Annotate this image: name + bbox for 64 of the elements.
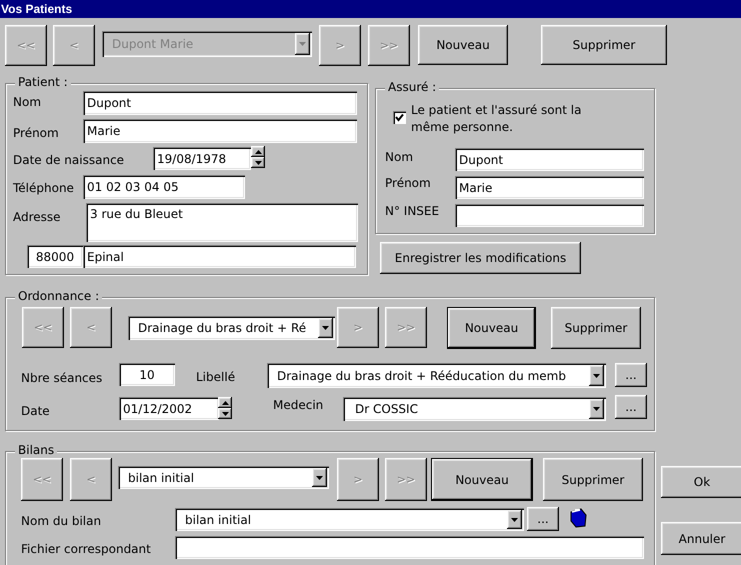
- field-label: N° INSEE: [385, 205, 440, 217]
- field-label: Fichier correspondant: [21, 543, 151, 555]
- text-field[interactable]: 01 02 03 04 05: [83, 175, 245, 199]
- checkbox[interactable]: [393, 111, 406, 124]
- new-button[interactable]: Nouveau: [418, 25, 508, 65]
- caret-up-icon: [254, 150, 262, 154]
- field-label: Prénom: [385, 177, 431, 189]
- window-title: Vos Patients: [1, 3, 72, 15]
- caret-down-icon: [222, 412, 228, 416]
- field-label: Date: [21, 405, 50, 417]
- dropdown-field[interactable]: bilan initial: [175, 508, 524, 531]
- postcode-field[interactable]: 88000: [27, 245, 83, 268]
- date-field[interactable]: 01/12/2002: [119, 397, 219, 420]
- caret-down-icon: [316, 476, 323, 480]
- dropdown-field[interactable]: bilan initial: [118, 466, 329, 489]
- group-legend: Ordonnance :: [15, 290, 102, 302]
- field-label: Nom: [385, 151, 414, 163]
- field-label: Nom du bilan: [21, 515, 102, 527]
- new-button[interactable]: Nouveau: [431, 458, 533, 501]
- browse-button[interactable]: ...: [615, 395, 647, 419]
- caret-down-icon: [511, 518, 518, 522]
- field-label: Nom: [13, 96, 42, 108]
- browse-button[interactable]: ...: [527, 507, 559, 531]
- browse-button[interactable]: ...: [615, 363, 647, 387]
- ok-button[interactable]: Ok: [661, 466, 741, 498]
- field-label: Nbre séances: [21, 372, 102, 384]
- group-legend: Assuré :: [385, 81, 440, 93]
- dropdown-field[interactable]: Drainage du bras droit + Ré: [128, 316, 335, 340]
- text-field[interactable]: Marie: [83, 119, 357, 143]
- spin-button[interactable]: [251, 146, 265, 168]
- address-field[interactable]: 3 rue du Bleuet: [86, 203, 358, 242]
- folder-icon[interactable]: [568, 507, 588, 529]
- caret-down-icon: [322, 326, 329, 330]
- group-legend: Bilans: [15, 444, 58, 456]
- new-button[interactable]: Nouveau: [447, 307, 536, 349]
- field-label: Date de naissance: [13, 154, 124, 166]
- field-label: Téléphone: [13, 182, 74, 194]
- delete-button[interactable]: Supprimer: [543, 458, 643, 501]
- checkbox-label: Le patient et l'assuré sont la même personne.: [411, 102, 582, 136]
- caret-down-icon: [593, 374, 600, 378]
- text-field[interactable]: Marie: [455, 176, 644, 199]
- field-label: Libellé: [196, 371, 236, 383]
- group-legend: Patient :: [15, 76, 71, 88]
- file-field[interactable]: [175, 536, 644, 559]
- field-label: Prénom: [13, 127, 59, 139]
- text-field[interactable]: Dupont: [455, 148, 644, 171]
- caret-up-icon: [222, 400, 228, 404]
- caret-down-icon: [254, 160, 262, 164]
- delete-button[interactable]: Supprimer: [551, 307, 641, 349]
- dropdown-field[interactable]: Dr COSSIC: [343, 397, 606, 421]
- field-label: Adresse: [13, 211, 61, 223]
- cancel-button[interactable]: Annuler: [661, 522, 741, 555]
- text-field[interactable]: [455, 204, 644, 227]
- field-label: Medecin: [273, 399, 324, 411]
- delete-button[interactable]: Supprimer: [541, 25, 667, 65]
- caret-down-icon: [299, 42, 306, 46]
- city-field[interactable]: Epinal: [83, 245, 356, 268]
- date-field[interactable]: 19/08/1978: [153, 147, 251, 170]
- text-field[interactable]: Dupont: [83, 91, 357, 115]
- dropdown-field[interactable]: Drainage du bras droit + Rééducation du memb: [267, 363, 606, 388]
- sessions-field[interactable]: 10: [119, 363, 175, 386]
- caret-down-icon: [593, 407, 600, 411]
- save-button[interactable]: Enregistrer les modifications: [380, 242, 581, 274]
- spin-button[interactable]: [218, 397, 232, 419]
